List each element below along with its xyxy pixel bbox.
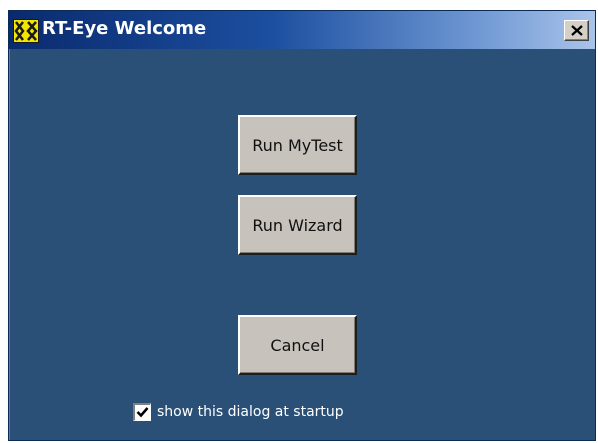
close-button[interactable] (564, 20, 589, 41)
show-at-startup-checkbox[interactable] (133, 403, 151, 421)
run-wizard-label: Run Wizard (252, 215, 343, 235)
run-wizard-button[interactable]: Run Wizard (238, 195, 357, 255)
close-x-icon (570, 21, 583, 40)
show-at-startup-label[interactable]: show this dialog at startup (157, 404, 344, 420)
window-title: RT-Eye Welcome (42, 18, 207, 39)
run-mytest-button[interactable]: Run MyTest (238, 115, 357, 175)
rt-eye-logo-graphic (13, 19, 39, 43)
welcome-dialog: RT-Eye Welcome Run MyTest Run Wizard Can… (8, 10, 596, 441)
cancel-button[interactable]: Cancel (238, 315, 357, 375)
title-bar[interactable]: RT-Eye Welcome (9, 11, 595, 49)
cancel-label: Cancel (270, 335, 325, 355)
rt-eye-app-icon (13, 19, 39, 43)
run-mytest-label: Run MyTest (252, 135, 343, 155)
show-at-startup-option[interactable]: show this dialog at startup (133, 401, 344, 423)
checkmark-icon (136, 403, 149, 422)
